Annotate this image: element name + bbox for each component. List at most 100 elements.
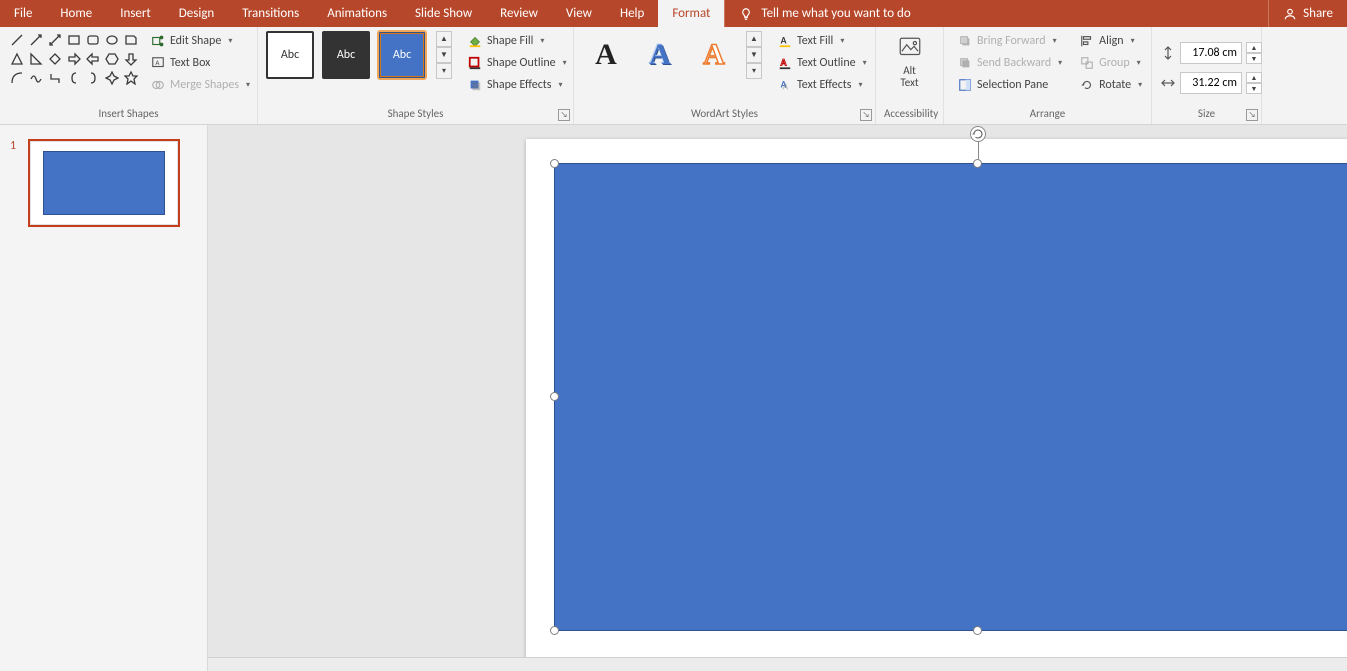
edit-shape-icon	[151, 34, 165, 48]
shape-arrow-l[interactable]	[84, 50, 101, 67]
slide-thumbnail-pane[interactable]: 1	[0, 125, 208, 671]
style-gallery-scroll[interactable]: ▲ ▼ ▾	[436, 31, 452, 79]
wordart-gallery-scroll[interactable]: ▲ ▼ ▾	[746, 31, 762, 79]
height-spinner[interactable]: ▲▼	[1246, 42, 1262, 64]
scroll-down-icon[interactable]: ▼	[436, 47, 452, 63]
wordart-style-1[interactable]: A	[582, 34, 630, 76]
svg-text:A: A	[781, 35, 787, 47]
share-button[interactable]: Share	[1268, 0, 1347, 27]
rotate-handle[interactable]	[970, 126, 986, 142]
edit-shape-button[interactable]: Edit Shape▾	[145, 31, 256, 51]
shape-diamond[interactable]	[46, 50, 63, 67]
gallery-expand-icon[interactable]: ▾	[436, 63, 452, 79]
merge-shapes-label: Merge Shapes	[170, 78, 239, 92]
resize-handle-tl[interactable]	[550, 159, 559, 168]
slide[interactable]	[526, 139, 1347, 659]
shape-brace-r[interactable]	[84, 69, 101, 86]
shape-effects-button[interactable]: Shape Effects▾	[462, 75, 573, 95]
shape-oval[interactable]	[103, 31, 120, 48]
tab-view[interactable]: View	[552, 0, 606, 27]
resize-handle-bc[interactable]	[973, 626, 982, 635]
svg-text:A: A	[781, 57, 787, 69]
text-box-label: Text Box	[170, 56, 210, 70]
shape-style-3[interactable]: Abc	[378, 31, 426, 79]
rotate-button[interactable]: Rotate▾	[1074, 75, 1148, 95]
selection-pane-button[interactable]: Selection Pane	[952, 75, 1068, 95]
shape-arc[interactable]	[8, 69, 25, 86]
tab-help[interactable]: Help	[606, 0, 658, 27]
resize-handle-bl[interactable]	[550, 626, 559, 635]
wordart-style-3[interactable]: A	[690, 34, 738, 76]
tab-insert[interactable]: Insert	[106, 0, 165, 27]
wordart-launcher[interactable]: ↘	[860, 109, 872, 121]
shape-line[interactable]	[8, 31, 25, 48]
tab-design[interactable]: Design	[165, 0, 228, 27]
shape-wave[interactable]	[27, 69, 44, 86]
align-button[interactable]: Align▾	[1074, 31, 1148, 51]
gallery-expand-icon[interactable]: ▾	[746, 63, 762, 79]
slide-canvas[interactable]	[208, 125, 1347, 671]
group-arrange: Bring Forward▾ Send Backward▾ Selection …	[944, 27, 1152, 124]
shape-star5[interactable]	[122, 69, 139, 86]
wordart-style-2[interactable]: A	[636, 34, 684, 76]
shape-outline-button[interactable]: Shape Outline▾	[462, 53, 573, 73]
group-wordart-styles: A A A ▲ ▼ ▾ A Text Fill▾ A Text Outline▾	[574, 27, 876, 124]
text-fill-icon: A	[778, 34, 792, 48]
scroll-down-icon[interactable]: ▼	[746, 47, 762, 63]
bring-forward-label: Bring Forward	[977, 34, 1046, 48]
shape-fill-button[interactable]: Shape Fill▾	[462, 31, 573, 51]
tab-transitions[interactable]: Transitions	[228, 0, 313, 27]
lightbulb-icon	[739, 7, 753, 21]
tab-home[interactable]: Home	[46, 0, 106, 27]
resize-handle-tc[interactable]	[973, 159, 982, 168]
group-btn-label: Group	[1099, 56, 1130, 70]
shape-star4[interactable]	[103, 69, 120, 86]
text-outline-button[interactable]: A Text Outline▾	[772, 53, 873, 73]
shape-arrow-d[interactable]	[122, 50, 139, 67]
send-backward-label: Send Backward	[977, 56, 1051, 70]
text-fill-button[interactable]: A Text Fill▾	[772, 31, 873, 51]
thumbnail-row-1[interactable]: 1	[10, 139, 197, 227]
merge-shapes-icon	[151, 78, 165, 92]
shape-line-arrow[interactable]	[27, 31, 44, 48]
shape-line-double[interactable]	[46, 31, 63, 48]
scroll-up-icon[interactable]: ▲	[436, 31, 452, 47]
text-outline-icon: A	[778, 56, 792, 70]
shape-rect[interactable]	[65, 31, 82, 48]
shape-brace[interactable]	[65, 69, 82, 86]
tab-format[interactable]: Format	[658, 0, 724, 27]
tab-animations[interactable]: Animations	[313, 0, 401, 27]
shape-hex[interactable]	[103, 50, 120, 67]
merge-shapes-button: Merge Shapes▾	[145, 75, 256, 95]
height-input[interactable]	[1180, 42, 1242, 64]
tab-slide-show[interactable]: Slide Show	[401, 0, 486, 27]
shape-rtri[interactable]	[27, 50, 44, 67]
tab-review[interactable]: Review	[486, 0, 552, 27]
thumbnail-shape	[43, 151, 164, 215]
shape-styles-launcher[interactable]: ↘	[558, 109, 570, 121]
tell-me-search[interactable]: Tell me what you want to do	[724, 0, 954, 27]
shape-fill-label: Shape Fill	[487, 34, 533, 48]
shape-style-2[interactable]: Abc	[322, 31, 370, 79]
width-input[interactable]	[1180, 72, 1242, 94]
text-effects-button[interactable]: AA Text Effects▾	[772, 75, 873, 95]
group-label-insert-shapes: Insert Shapes	[8, 105, 249, 122]
selected-rectangle-shape[interactable]	[554, 163, 1347, 631]
svg-text:A: A	[155, 58, 160, 67]
scroll-up-icon[interactable]: ▲	[746, 31, 762, 47]
resize-handle-ml[interactable]	[550, 392, 559, 401]
shape-snip[interactable]	[122, 31, 139, 48]
horizontal-scrollbar[interactable]	[208, 657, 1347, 671]
thumbnail-slide-1[interactable]	[28, 139, 180, 227]
shape-connector[interactable]	[46, 69, 63, 86]
shape-tri[interactable]	[8, 50, 25, 67]
shape-arrow-r[interactable]	[65, 50, 82, 67]
shape-gallery[interactable]	[8, 31, 139, 86]
alt-text-button[interactable]: AltText	[888, 31, 932, 93]
shape-round-rect[interactable]	[84, 31, 101, 48]
tab-file[interactable]: File	[0, 0, 46, 27]
shape-style-1[interactable]: Abc	[266, 31, 314, 79]
width-spinner[interactable]: ▲▼	[1246, 72, 1262, 94]
size-launcher[interactable]: ↘	[1246, 109, 1258, 121]
text-box-button[interactable]: A Text Box	[145, 53, 256, 73]
